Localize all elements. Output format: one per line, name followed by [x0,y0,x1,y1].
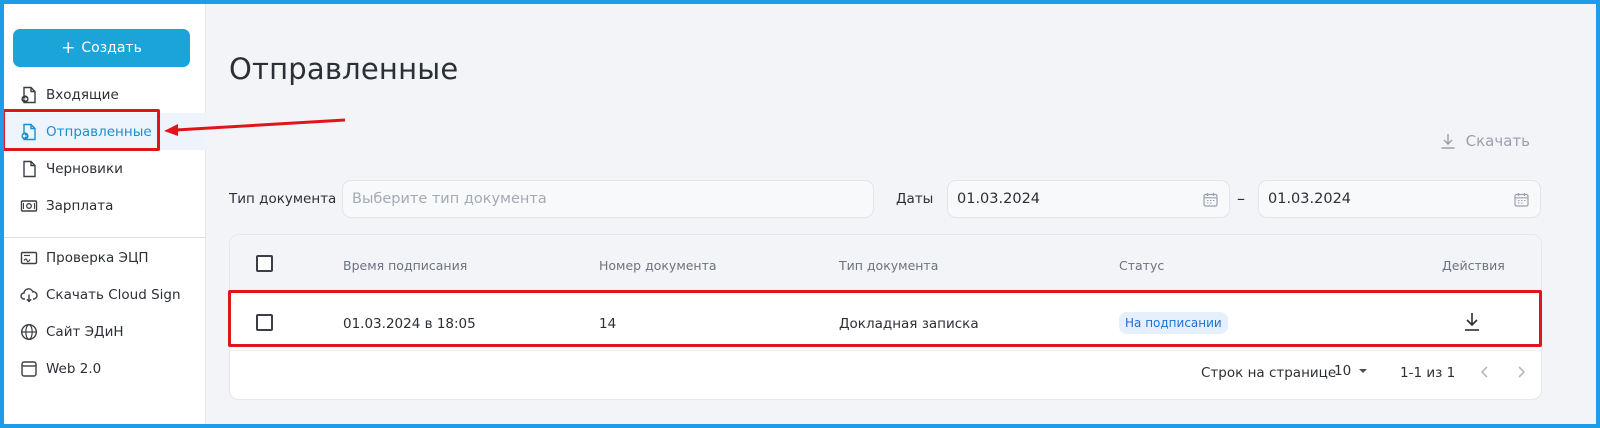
sidebar-item-label: Сайт ЭДиН [46,323,124,340]
select-all-checkbox[interactable] [256,255,273,272]
column-header-type[interactable]: Тип документа [839,258,938,273]
sidebar-item-web20[interactable]: Web 2.0 [4,350,206,387]
caret-down-icon [1359,369,1368,373]
annotation-arrow-icon [164,118,346,136]
sidebar: + Создать Входящие Отправленные Черновик… [4,4,206,424]
rows-per-page-label: Строк на странице [1201,365,1337,381]
download-button[interactable]: Скачать [1439,132,1530,150]
column-header-status[interactable]: Статус [1119,258,1164,273]
sidebar-item-signature-check[interactable]: Проверка ЭЦП [4,239,206,276]
inbox-doc-icon [21,86,36,103]
chevron-left-icon[interactable] [1478,365,1492,379]
signature-icon [20,251,38,264]
sidebar-item-label: Скачать Cloud Sign [46,286,181,303]
main-content: Отправленные Скачать Тип документа Выбер… [206,4,1596,424]
date-from-field[interactable]: 01.03.2024 [947,180,1230,218]
highlight-box-row [228,290,1542,347]
doc-type-label: Тип документа [229,191,337,207]
sidebar-item-label: Входящие [46,86,119,103]
date-to-field[interactable]: 01.03.2024 [1258,180,1541,218]
plus-icon: + [61,37,76,58]
create-button[interactable]: + Создать [13,29,190,67]
dates-label: Даты [896,191,934,207]
sidebar-item-edin-site[interactable]: Сайт ЭДиН [4,313,206,350]
calendar-icon[interactable] [1203,192,1218,207]
sidebar-item-label: Web 2.0 [46,360,102,377]
date-from-value: 01.03.2024 [957,191,1041,207]
sidebar-divider [4,237,206,238]
rows-per-page-value: 10 [1334,363,1352,379]
create-button-label: Создать [81,40,142,56]
download-icon [1441,134,1455,149]
rows-per-page-select[interactable]: 10 [1334,363,1369,379]
column-header-number[interactable]: Номер документа [599,258,717,273]
calendar-icon[interactable] [1514,192,1529,207]
draft-doc-icon [23,160,36,177]
sidebar-item-label: Черновики [46,160,123,177]
download-button-label: Скачать [1465,132,1530,150]
pagination-range: 1-1 из 1 [1400,365,1456,381]
money-icon [20,199,38,212]
doc-type-select[interactable]: Выберите тип документа [342,180,874,218]
sidebar-item-label: Проверка ЭЦП [46,249,149,266]
sidebar-item-salary[interactable]: Зарплата [4,187,206,224]
chevron-right-icon[interactable] [1514,365,1528,379]
column-header-time[interactable]: Время подписания [343,258,467,273]
page-title: Отправленные [229,52,459,86]
window-icon [21,360,37,377]
table-header: Время подписания Номер документа Тип док… [230,235,1541,293]
date-range-separator: – [1237,189,1245,208]
sidebar-item-drafts[interactable]: Черновики [4,150,206,187]
sidebar-item-cloud-sign[interactable]: Скачать Cloud Sign [4,276,206,313]
sidebar-item-label: Зарплата [46,197,114,214]
cloud-download-icon [20,287,38,302]
sidebar-item-inbox[interactable]: Входящие [4,76,206,113]
globe-icon [20,323,38,340]
highlight-box-sidebar [2,109,160,151]
date-to-value: 01.03.2024 [1268,191,1352,207]
column-header-actions: Действия [1442,258,1505,273]
